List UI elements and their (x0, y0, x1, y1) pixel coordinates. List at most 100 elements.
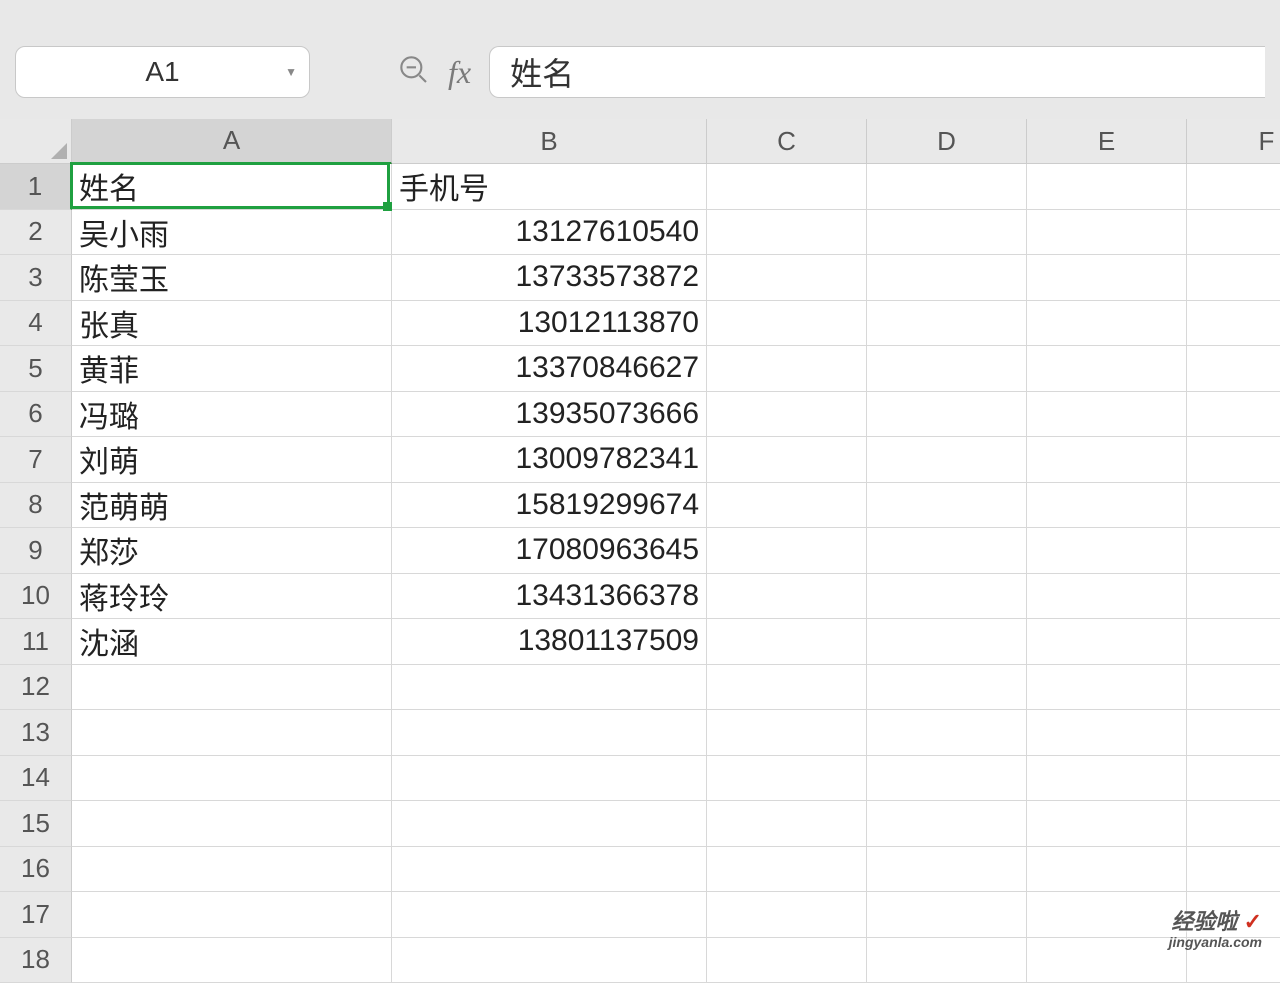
cell-B6[interactable]: 13935073666 (392, 392, 707, 438)
row-header-3[interactable]: 3 (0, 255, 72, 301)
cell-B13[interactable] (392, 710, 707, 756)
cell-B8[interactable]: 15819299674 (392, 483, 707, 529)
cell-C5[interactable] (707, 346, 867, 392)
zoom-out-icon[interactable] (398, 54, 430, 91)
cell-A16[interactable] (72, 847, 392, 893)
cell-A6[interactable]: 冯璐 (72, 392, 392, 438)
cell-F7[interactable] (1187, 437, 1280, 483)
formula-input[interactable]: 姓名 (489, 46, 1265, 98)
chevron-down-icon[interactable]: ▼ (285, 65, 297, 79)
cell-D3[interactable] (867, 255, 1027, 301)
cell-E8[interactable] (1027, 483, 1187, 529)
cell-D13[interactable] (867, 710, 1027, 756)
cell-C12[interactable] (707, 665, 867, 711)
cell-F2[interactable] (1187, 210, 1280, 256)
cell-B3[interactable]: 13733573872 (392, 255, 707, 301)
cell-E6[interactable] (1027, 392, 1187, 438)
cell-B7[interactable]: 13009782341 (392, 437, 707, 483)
cell-A10[interactable]: 蒋玲玲 (72, 574, 392, 620)
row-header-7[interactable]: 7 (0, 437, 72, 483)
cell-A14[interactable] (72, 756, 392, 802)
cell-B18[interactable] (392, 938, 707, 983)
cell-D11[interactable] (867, 619, 1027, 665)
cell-D2[interactable] (867, 210, 1027, 256)
row-header-9[interactable]: 9 (0, 528, 72, 574)
row-header-11[interactable]: 11 (0, 619, 72, 665)
row-header-12[interactable]: 12 (0, 665, 72, 711)
cell-D6[interactable] (867, 392, 1027, 438)
cell-A1[interactable]: 姓名 (72, 164, 392, 210)
cell-A15[interactable] (72, 801, 392, 847)
fx-icon[interactable]: fx (448, 54, 471, 91)
cell-B4[interactable]: 13012113870 (392, 301, 707, 347)
cell-D5[interactable] (867, 346, 1027, 392)
cell-A5[interactable]: 黄菲 (72, 346, 392, 392)
row-header-16[interactable]: 16 (0, 847, 72, 893)
cell-C8[interactable] (707, 483, 867, 529)
cell-A4[interactable]: 张真 (72, 301, 392, 347)
row-header-10[interactable]: 10 (0, 574, 72, 620)
cell-C3[interactable] (707, 255, 867, 301)
cell-C6[interactable] (707, 392, 867, 438)
cell-E9[interactable] (1027, 528, 1187, 574)
cell-E15[interactable] (1027, 801, 1187, 847)
cell-A3[interactable]: 陈莹玉 (72, 255, 392, 301)
cell-B11[interactable]: 13801137509 (392, 619, 707, 665)
cell-C9[interactable] (707, 528, 867, 574)
cell-C7[interactable] (707, 437, 867, 483)
cell-B2[interactable]: 13127610540 (392, 210, 707, 256)
cell-F9[interactable] (1187, 528, 1280, 574)
column-header-A[interactable]: A (72, 119, 392, 164)
cell-A8[interactable]: 范萌萌 (72, 483, 392, 529)
cell-B16[interactable] (392, 847, 707, 893)
cell-C14[interactable] (707, 756, 867, 802)
row-header-14[interactable]: 14 (0, 756, 72, 802)
cell-E7[interactable] (1027, 437, 1187, 483)
cell-E14[interactable] (1027, 756, 1187, 802)
cell-B12[interactable] (392, 665, 707, 711)
cell-E2[interactable] (1027, 210, 1187, 256)
cell-A11[interactable]: 沈涵 (72, 619, 392, 665)
cell-C17[interactable] (707, 892, 867, 938)
cell-C15[interactable] (707, 801, 867, 847)
cell-C1[interactable] (707, 164, 867, 210)
row-header-2[interactable]: 2 (0, 210, 72, 256)
column-header-D[interactable]: D (867, 119, 1027, 164)
row-header-4[interactable]: 4 (0, 301, 72, 347)
cell-D14[interactable] (867, 756, 1027, 802)
row-header-6[interactable]: 6 (0, 392, 72, 438)
cell-A13[interactable] (72, 710, 392, 756)
cell-A12[interactable] (72, 665, 392, 711)
cell-A2[interactable]: 吴小雨 (72, 210, 392, 256)
cell-D12[interactable] (867, 665, 1027, 711)
cell-D1[interactable] (867, 164, 1027, 210)
cell-F8[interactable] (1187, 483, 1280, 529)
cell-F5[interactable] (1187, 346, 1280, 392)
cell-E4[interactable] (1027, 301, 1187, 347)
row-header-13[interactable]: 13 (0, 710, 72, 756)
cell-B1[interactable]: 手机号 (392, 164, 707, 210)
row-header-18[interactable]: 18 (0, 938, 72, 983)
row-header-15[interactable]: 15 (0, 801, 72, 847)
cell-C4[interactable] (707, 301, 867, 347)
cell-F15[interactable] (1187, 801, 1280, 847)
cell-B14[interactable] (392, 756, 707, 802)
cell-A7[interactable]: 刘萌 (72, 437, 392, 483)
row-header-8[interactable]: 8 (0, 483, 72, 529)
cell-F3[interactable] (1187, 255, 1280, 301)
cell-D8[interactable] (867, 483, 1027, 529)
cell-D10[interactable] (867, 574, 1027, 620)
cell-A18[interactable] (72, 938, 392, 983)
cell-D15[interactable] (867, 801, 1027, 847)
cell-C18[interactable] (707, 938, 867, 983)
row-header-1[interactable]: 1 (0, 164, 72, 210)
cell-F12[interactable] (1187, 665, 1280, 711)
cell-F13[interactable] (1187, 710, 1280, 756)
cell-A9[interactable]: 郑莎 (72, 528, 392, 574)
column-header-E[interactable]: E (1027, 119, 1187, 164)
cell-E16[interactable] (1027, 847, 1187, 893)
cell-D18[interactable] (867, 938, 1027, 983)
cell-E3[interactable] (1027, 255, 1187, 301)
cell-F6[interactable] (1187, 392, 1280, 438)
cell-D9[interactable] (867, 528, 1027, 574)
